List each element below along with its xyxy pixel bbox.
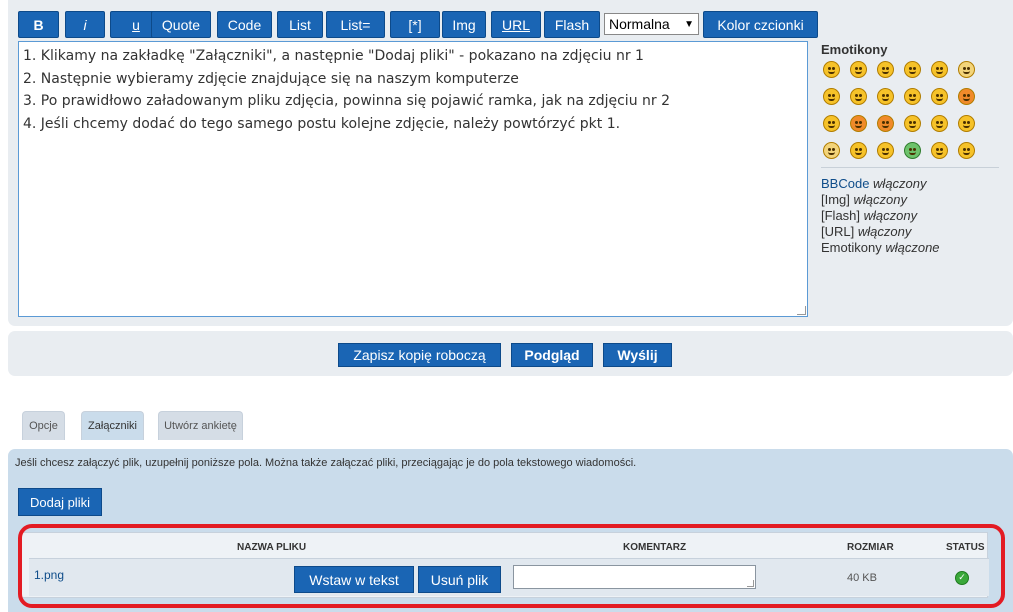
idea-icon[interactable] bbox=[823, 142, 840, 159]
neutral-icon[interactable] bbox=[823, 115, 840, 132]
list-ordered-button[interactable]: List= bbox=[326, 11, 385, 38]
code-button[interactable]: Code bbox=[217, 11, 272, 38]
wink-icon[interactable] bbox=[877, 61, 894, 78]
comment-input[interactable] bbox=[513, 565, 756, 589]
message-line: 1. Klikamy na zakładkę "Załączniki", a n… bbox=[23, 48, 644, 64]
dropdown-arrow-icon: ▼ bbox=[684, 18, 694, 30]
razz-icon[interactable] bbox=[904, 88, 921, 105]
grin-icon[interactable] bbox=[850, 61, 867, 78]
font-size-select[interactable]: Normalna ▼ bbox=[604, 13, 699, 35]
question-icon[interactable] bbox=[958, 115, 975, 132]
bold-button[interactable]: B bbox=[18, 11, 59, 38]
status-value: włączony bbox=[863, 208, 918, 223]
status-row: BBCode włączony bbox=[821, 176, 940, 192]
tab-poll[interactable]: Utwórz ankietę bbox=[158, 411, 243, 440]
twisted-icon[interactable] bbox=[877, 115, 894, 132]
file-size: 40 KB bbox=[847, 572, 877, 584]
list-button[interactable]: List bbox=[277, 11, 323, 38]
rolleyes-icon[interactable] bbox=[904, 115, 921, 132]
laugh-icon[interactable] bbox=[877, 88, 894, 105]
sad-icon[interactable] bbox=[823, 88, 840, 105]
add-files-button[interactable]: Dodaj pliki bbox=[18, 488, 102, 516]
message-line: 2. Następnie wybieramy zdjęcie znajdując… bbox=[23, 70, 519, 87]
smilies-title: Emotikony bbox=[821, 42, 888, 57]
mrgreen-icon[interactable] bbox=[877, 142, 894, 159]
tab-attachments[interactable]: Załączniki bbox=[81, 411, 144, 440]
column-header-status: STATUS bbox=[946, 542, 985, 553]
italic-button[interactable]: i bbox=[65, 11, 105, 38]
surprised-icon[interactable] bbox=[931, 61, 948, 78]
insert-inline-button[interactable]: Wstaw w tekst bbox=[294, 566, 414, 593]
preview-button[interactable]: Podgląd bbox=[511, 343, 593, 367]
evil-icon[interactable] bbox=[850, 115, 867, 132]
message-line: 3. Po prawidłowo załadowanym pliku zdjęc… bbox=[23, 93, 671, 109]
delete-file-button[interactable]: Usuń plik bbox=[418, 566, 501, 593]
exclaim-icon[interactable] bbox=[931, 115, 948, 132]
smilies-box: Emotikony BBCode włączony [Img] włączony… bbox=[821, 42, 999, 255]
status-value: włączony bbox=[857, 224, 912, 239]
message-line: 4. Jeśli chcemy dodać do tego samego pos… bbox=[23, 115, 621, 132]
geek-icon[interactable] bbox=[904, 142, 921, 159]
flash-button[interactable]: Flash bbox=[544, 11, 600, 38]
attachments-hint: Jeśli chcesz załączyć plik, uzupełnij po… bbox=[15, 457, 637, 469]
font-color-button[interactable]: Kolor czcionki bbox=[703, 11, 818, 38]
status-row: Emotikony włączone bbox=[821, 240, 940, 256]
check-icon: ✓ bbox=[955, 571, 969, 585]
column-header-size: ROZMIAR bbox=[847, 542, 894, 553]
happy-icon[interactable] bbox=[931, 88, 948, 105]
status-label: [Flash] bbox=[821, 208, 861, 223]
shifty-icon[interactable] bbox=[958, 142, 975, 159]
table-row: 1.png Wstaw w tekst Usuń plik 40 KB ✓ bbox=[29, 558, 989, 596]
img-button[interactable]: Img bbox=[442, 11, 486, 38]
list-item-button[interactable]: [*] bbox=[390, 11, 440, 38]
confused-icon[interactable] bbox=[904, 61, 921, 78]
status-row: [Flash] włączony bbox=[821, 208, 940, 224]
font-size-value: Normalna bbox=[609, 16, 670, 32]
url-button[interactable]: URL bbox=[491, 11, 541, 38]
bbcode-status: BBCode włączony [Img] włączony [Flash] w… bbox=[821, 176, 940, 256]
file-name-link[interactable]: 1.png bbox=[34, 568, 64, 582]
status-row: [Img] włączony bbox=[821, 192, 940, 208]
status-row: [URL] włączony bbox=[821, 224, 940, 240]
status-value: włączony bbox=[873, 176, 927, 191]
attachments-table: NAZWA PLIKU KOMENTARZ ROZMIAR STATUS 1.p… bbox=[20, 532, 989, 598]
status-value: włączone bbox=[885, 240, 940, 255]
bbcode-link[interactable]: BBCode bbox=[821, 176, 869, 191]
send-button[interactable]: Wyślij bbox=[603, 343, 672, 367]
smile-icon[interactable] bbox=[823, 61, 840, 78]
status-label: [Img] bbox=[821, 192, 850, 207]
status-label: Emotikony bbox=[821, 240, 882, 255]
resize-grip-icon[interactable] bbox=[797, 306, 806, 315]
column-header-comment: KOMENTARZ bbox=[623, 542, 687, 553]
message-textarea[interactable]: 1. Klikamy na zakładkę "Załączniki", a n… bbox=[18, 41, 808, 317]
quote-button[interactable]: Quote bbox=[151, 11, 211, 38]
resize-grip-icon[interactable] bbox=[747, 580, 754, 587]
tab-options[interactable]: Opcje bbox=[22, 411, 65, 440]
cool-icon[interactable] bbox=[850, 88, 867, 105]
column-header-filename: NAZWA PLIKU bbox=[237, 542, 307, 553]
eek-icon[interactable] bbox=[958, 61, 975, 78]
arrow-icon[interactable] bbox=[850, 142, 867, 159]
ugeek-icon[interactable] bbox=[931, 142, 948, 159]
save-draft-button[interactable]: Zapisz kopię roboczą bbox=[338, 343, 501, 367]
status-label: [URL] bbox=[821, 224, 855, 239]
mad-icon[interactable] bbox=[958, 88, 975, 105]
status-value: włączony bbox=[853, 192, 907, 207]
divider bbox=[821, 167, 999, 168]
submit-bar: Zapisz kopię roboczą Podgląd Wyślij bbox=[8, 331, 1013, 376]
